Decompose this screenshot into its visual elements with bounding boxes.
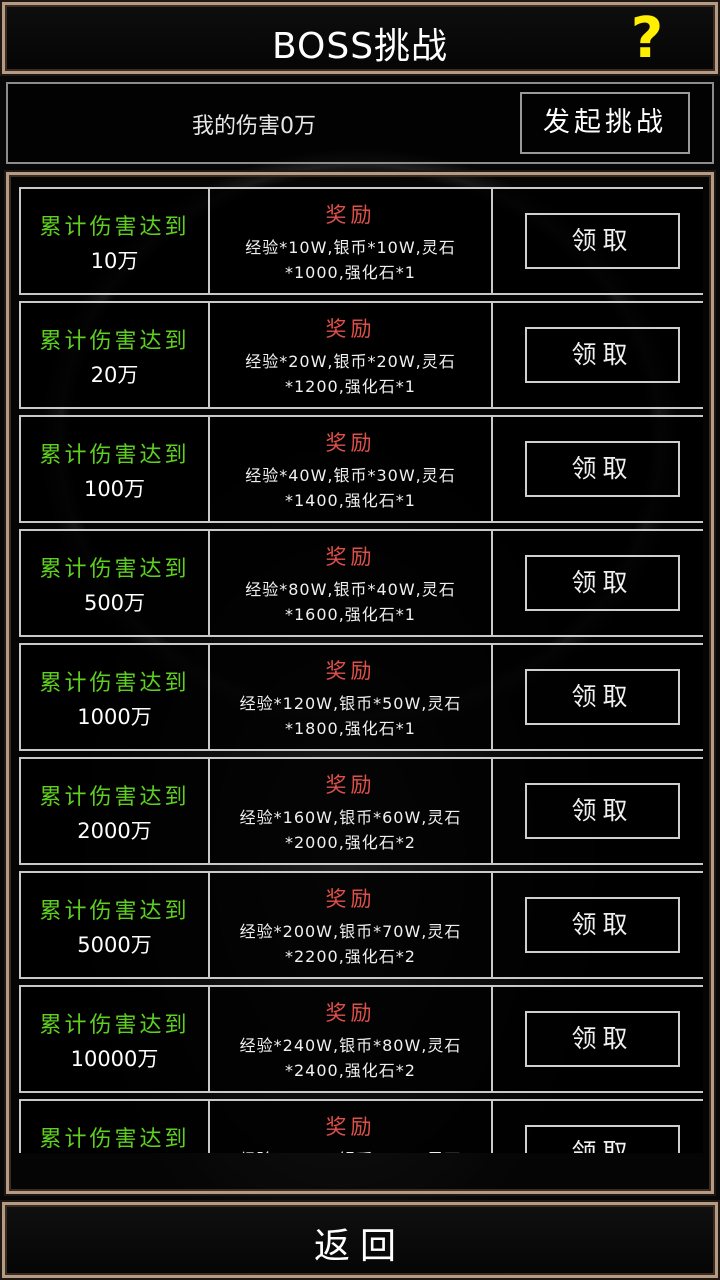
back-button[interactable]: 返回: [2, 1202, 718, 1278]
condition-label: 累计伤害达到: [39, 215, 190, 240]
reward-cell: 奖励经验*280W,银币*90W,灵石: [210, 1101, 493, 1153]
reward-row: 累计伤害达到 10万 奖励经验*10W,银币*10W,灵石 *1000,强化石*1 领取: [19, 187, 703, 295]
claim-button[interactable]: 领取: [525, 669, 680, 725]
condition-cell: 累计伤害达到 100万: [21, 417, 210, 521]
reward-items-line-1: 经验*280W,银币*90W,灵石: [210, 1146, 491, 1153]
reward-items-line-2: *2000,强化石*2: [285, 833, 416, 852]
condition-cell: 累计伤害达到 500万: [21, 531, 210, 635]
reward-row: 累计伤害达到 2000万 奖励经验*160W,银币*60W,灵石 *2000,强化石*…: [19, 757, 703, 865]
reward-row: 累计伤害达到 500万 奖励经验*80W,银币*40W,灵石 *1600,强化石*1 领…: [19, 529, 703, 637]
reward-cell: 奖励经验*120W,银币*50W,灵石 *1800,强化石*1: [210, 645, 493, 749]
reward-title: 奖励: [325, 887, 376, 911]
reward-items-line-2: *2200,强化石*2: [285, 947, 416, 966]
claim-button[interactable]: 领取: [525, 441, 680, 497]
claim-button[interactable]: 领取: [525, 327, 680, 383]
claim-button[interactable]: 领取: [525, 555, 680, 611]
reward-cell: 奖励经验*40W,银币*30W,灵石 *1400,强化石*1: [210, 417, 493, 521]
reward-cell: 奖励经验*10W,银币*10W,灵石 *1000,强化石*1: [210, 189, 493, 293]
damage-info-panel: 我的伤害0万 发起挑战: [6, 82, 714, 164]
reward-items-line-1: 经验*200W,银币*70W,灵石: [239, 922, 462, 941]
damage-threshold: 1000万: [77, 705, 152, 729]
reward-row: 累计伤害达到 1000万 奖励经验*120W,银币*50W,灵石 *1800,强化石*…: [19, 643, 703, 751]
damage-threshold: 100万: [83, 477, 146, 501]
condition-cell: 累计伤害达到: [21, 1101, 210, 1153]
reward-title: 奖励: [325, 659, 376, 683]
damage-threshold: 10000万: [70, 1047, 159, 1071]
condition-label: 累计伤害达到: [39, 671, 190, 696]
condition-cell: 累计伤害达到 20万: [21, 303, 210, 407]
reward-row: 累计伤害达到 5000万 奖励经验*200W,银币*70W,灵石 *2200,强化石*…: [19, 871, 703, 979]
reward-title: 奖励: [325, 317, 376, 341]
condition-label: 累计伤害达到: [39, 329, 190, 354]
damage-threshold: 500万: [83, 591, 146, 615]
help-question-icon[interactable]: ?: [627, 9, 667, 69]
boss-challenge-screen: BOSS挑战 ? 我的伤害0万 发起挑战 累计伤害达到 10万 奖励 经验*10W,银…: [0, 0, 720, 1280]
condition-cell: 累计伤害达到 5000万: [21, 873, 210, 977]
condition-label: 累计伤害达到: [39, 443, 190, 468]
reward-cell: 奖励经验*160W,银币*60W,灵石 *2000,强化石*2: [210, 759, 493, 863]
reward-items-line-1: 经验*80W,银币*40W,灵石: [245, 580, 456, 599]
condition-cell: 累计伤害达到 2000万: [21, 759, 210, 863]
reward-items-line-2: *1400,强化石*1: [285, 491, 416, 510]
condition-cell: 累计伤害达到 10000万: [21, 987, 210, 1091]
claim-button[interactable]: 领取: [525, 213, 680, 269]
reward-items-line-2: *1800,强化石*1: [285, 719, 416, 738]
claim-button[interactable]: 领取: [525, 783, 680, 839]
start-challenge-button[interactable]: 发起挑战: [520, 92, 690, 154]
reward-row: 累计伤害达到 10000万 奖励经验*240W,银币*80W,灵石 *2400,强化石…: [19, 985, 703, 1093]
reward-title: 奖励: [325, 1001, 376, 1025]
reward-items-line-1: 经验*20W,银币*20W,灵石: [245, 352, 456, 371]
claim-button[interactable]: 领取: [525, 1011, 680, 1067]
condition-label: 累计伤害达到: [39, 557, 190, 582]
reward-title: 奖励: [325, 1115, 376, 1139]
reward-row: 累计伤害达到 20万 奖励经验*20W,银币*20W,灵石 *1200,强化石*1 领取: [19, 301, 703, 409]
reward-items-line-2: *1000,强化石*1: [285, 263, 416, 282]
reward-list-frame: 累计伤害达到 10万 奖励 经验*10W,银币*10W,灵石 *1000,强化石*1 领取…: [6, 172, 714, 1194]
reward-items-line-2: *2400,强化石*2: [285, 1061, 416, 1080]
reward-row: 累计伤害达到奖励经验*280W,银币*90W,灵石领取: [19, 1099, 703, 1153]
condition-cell: 累计伤害达到 10万: [21, 189, 210, 293]
reward-title: 奖励: [325, 431, 376, 455]
condition-label: 累计伤害达到: [39, 1127, 190, 1152]
reward-items-line-1: 经验*10W,银币*10W,灵石: [245, 238, 456, 257]
reward-cell: 奖励经验*80W,银币*40W,灵石 *1600,强化石*1: [210, 531, 493, 635]
condition-cell: 累计伤害达到 1000万: [21, 645, 210, 749]
reward-items-line-2: *1600,强化石*1: [285, 605, 416, 624]
reward-title: 奖励: [325, 545, 376, 569]
reward-items-line-1: 经验*240W,银币*80W,灵石: [239, 1036, 462, 1055]
reward-items-line-1: 经验*160W,银币*60W,灵石: [239, 808, 462, 827]
reward-title: 奖励: [325, 203, 376, 227]
reward-title: 奖励: [325, 773, 376, 797]
reward-cell: 奖励经验*200W,银币*70W,灵石 *2200,强化石*2: [210, 873, 493, 977]
damage-threshold: 5000万: [77, 933, 152, 957]
claim-button[interactable]: 领取: [525, 897, 680, 953]
reward-items-line-1: 经验*40W,银币*30W,灵石: [245, 466, 456, 485]
reward-cell: 奖励经验*240W,银币*80W,灵石 *2400,强化石*2: [210, 987, 493, 1091]
my-damage-text: 我的伤害0万: [192, 114, 316, 139]
claim-button[interactable]: 领取: [525, 1125, 680, 1153]
title-bar: BOSS挑战 ?: [2, 2, 718, 74]
damage-threshold: 2000万: [77, 819, 152, 843]
reward-items-line-1: 经验*120W,银币*50W,灵石: [239, 694, 462, 713]
condition-label: 累计伤害达到: [39, 1013, 190, 1038]
condition-label: 累计伤害达到: [39, 785, 190, 810]
reward-cell: 奖励经验*20W,银币*20W,灵石 *1200,强化石*1: [210, 303, 493, 407]
back-button-label: 返回: [313, 1226, 406, 1267]
reward-list[interactable]: 累计伤害达到 10万 奖励 经验*10W,银币*10W,灵石 *1000,强化石*1 领取…: [19, 183, 703, 1153]
condition-label: 累计伤害达到: [39, 899, 190, 924]
reward-items-line-2: *1200,强化石*1: [285, 377, 416, 396]
page-title: BOSS挑战: [271, 26, 449, 67]
damage-threshold: 10万: [90, 249, 139, 273]
reward-row: 累计伤害达到 100万 奖励经验*40W,银币*30W,灵石 *1400,强化石*1 领…: [19, 415, 703, 523]
damage-threshold: 20万: [90, 363, 139, 387]
